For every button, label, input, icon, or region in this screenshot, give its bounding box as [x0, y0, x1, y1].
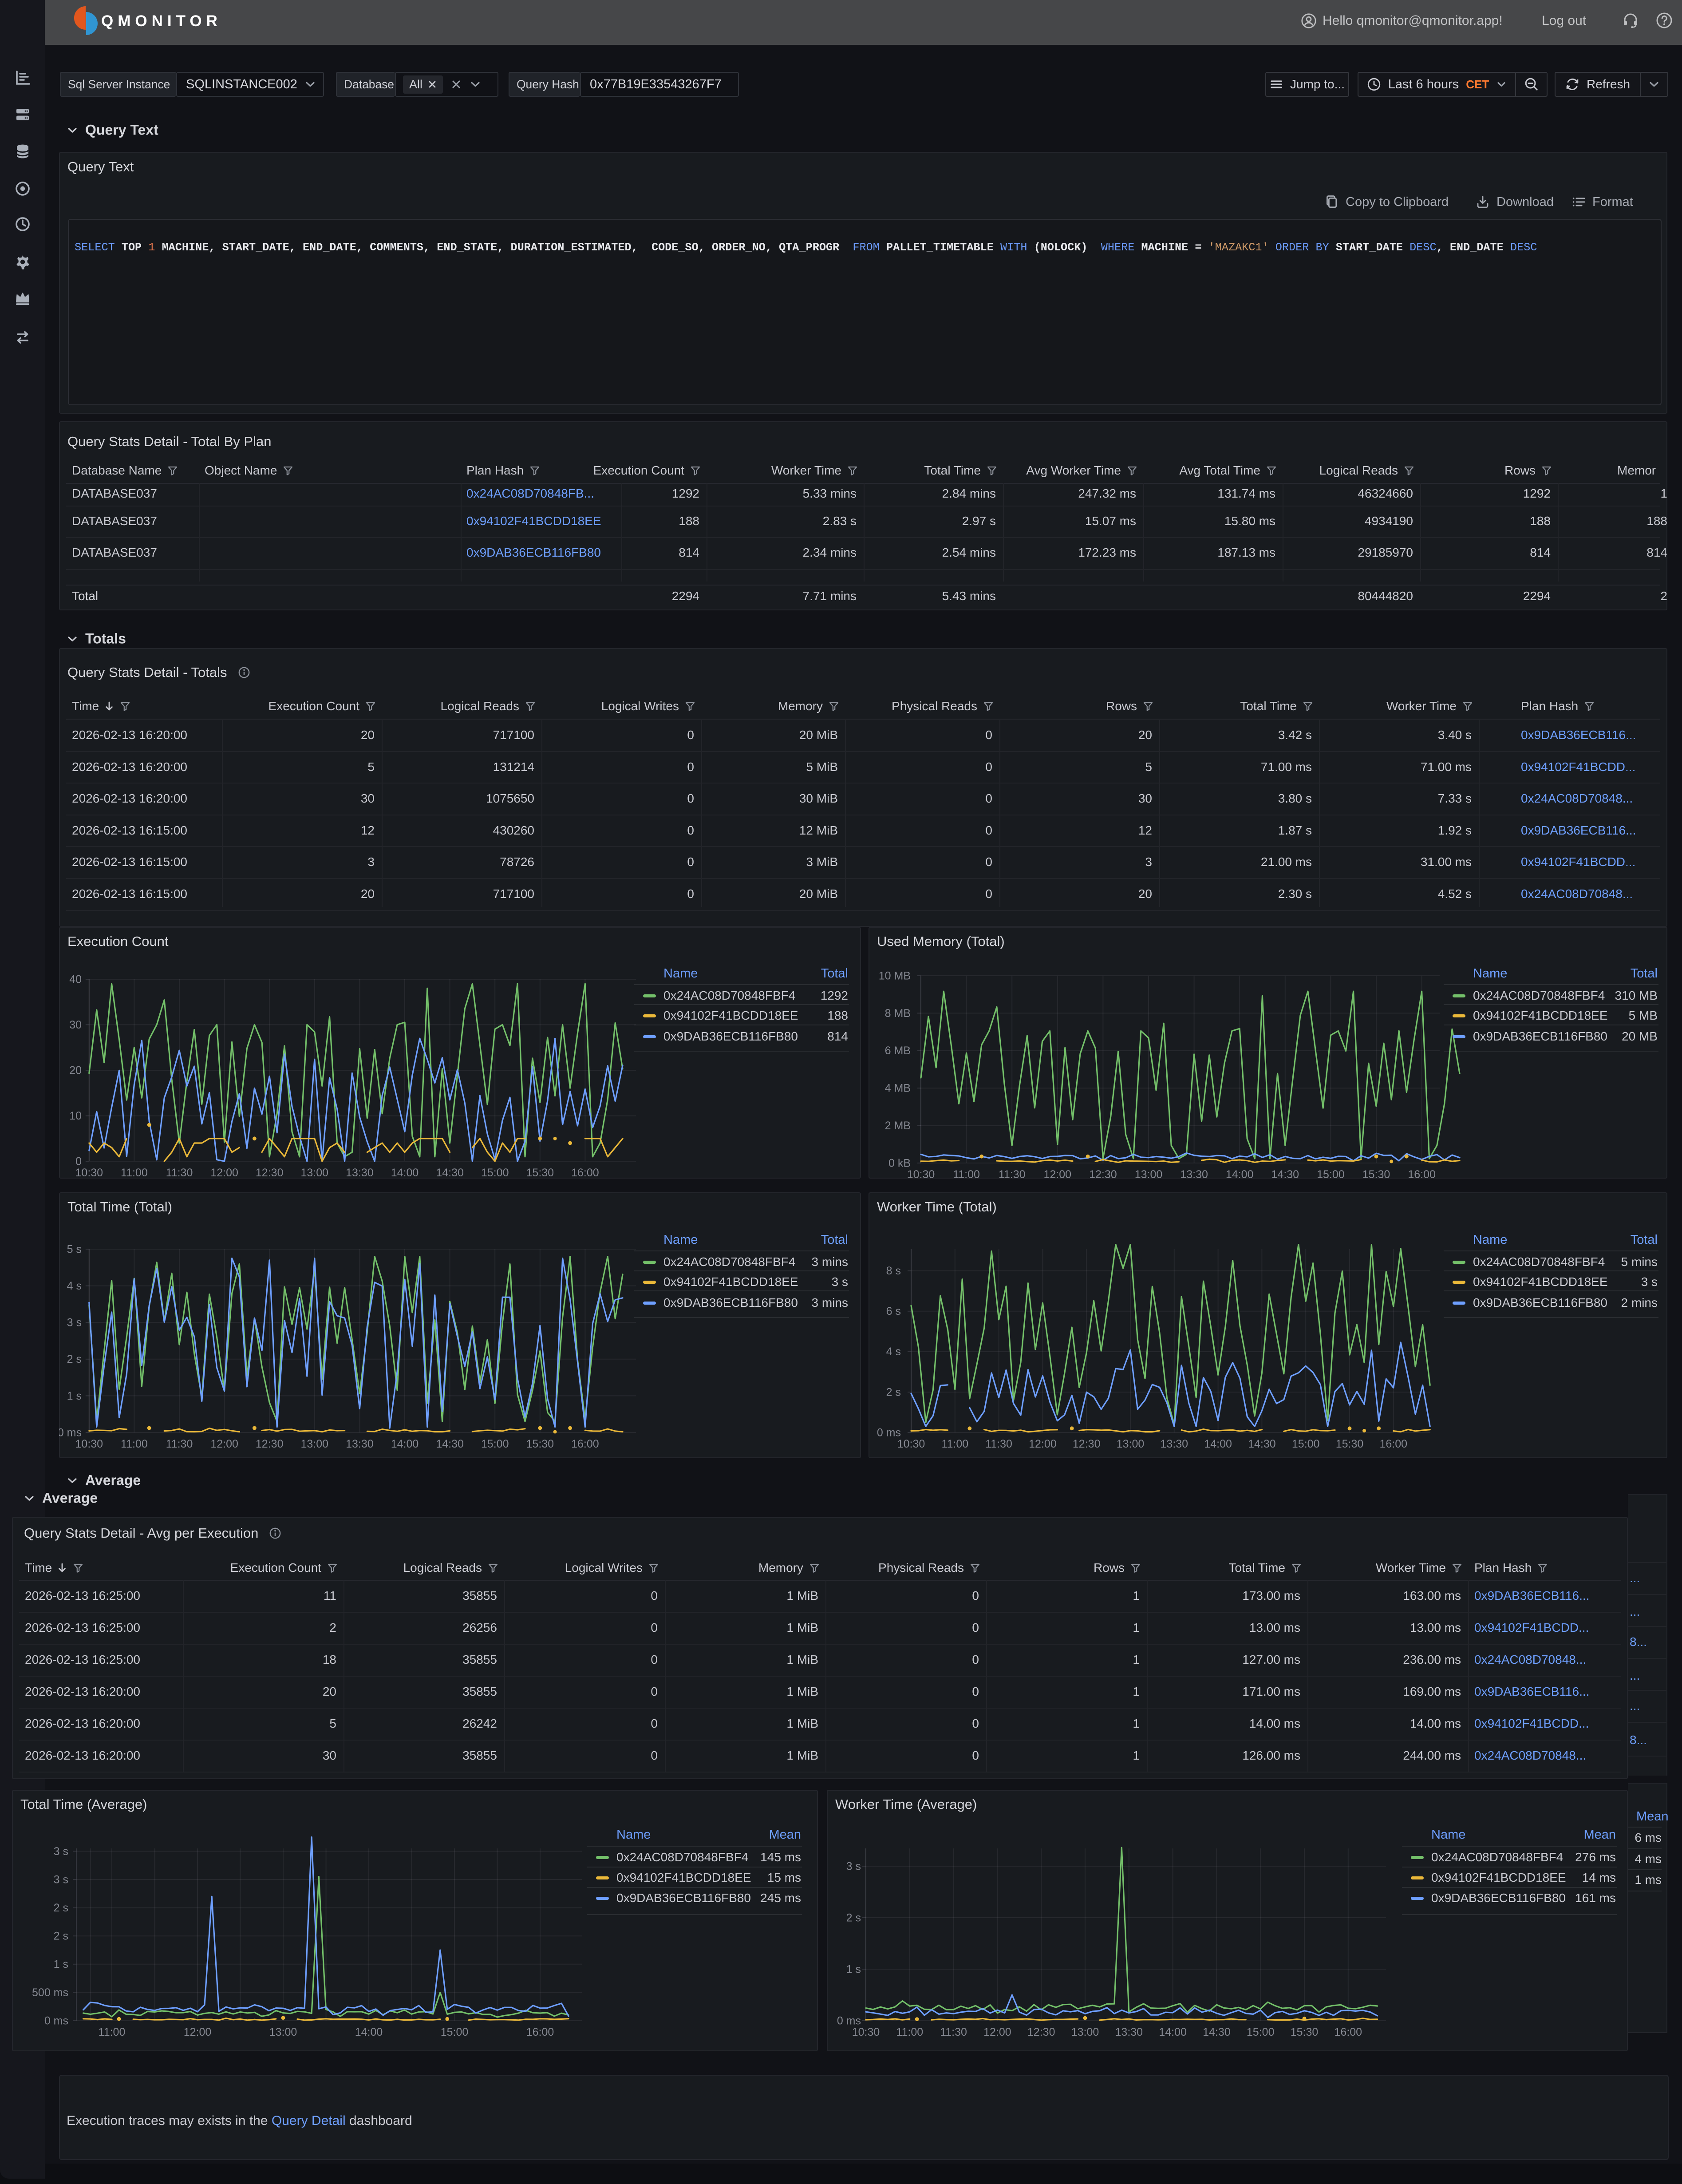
- svg-text:15:30: 15:30: [1336, 1438, 1364, 1450]
- svg-text:2 s: 2 s: [67, 1353, 82, 1365]
- svg-text:13:00: 13:00: [1117, 1438, 1145, 1450]
- svg-text:12:30: 12:30: [1073, 1438, 1101, 1450]
- svg-text:14:00: 14:00: [391, 1167, 419, 1179]
- svg-text:13:00: 13:00: [269, 2026, 297, 2038]
- svg-text:16:00: 16:00: [571, 1167, 599, 1179]
- svg-text:13:30: 13:30: [1115, 2026, 1143, 2038]
- svg-text:11:00: 11:00: [941, 1438, 968, 1450]
- svg-text:16:00: 16:00: [526, 2026, 554, 2038]
- svg-text:15:00: 15:00: [441, 2026, 469, 2038]
- svg-text:10: 10: [69, 1110, 82, 1122]
- svg-text:8 MB: 8 MB: [885, 1007, 911, 1020]
- svg-text:10:30: 10:30: [75, 1438, 103, 1450]
- svg-text:13:00: 13:00: [1071, 2026, 1099, 2038]
- svg-text:16:00: 16:00: [1335, 2026, 1362, 2038]
- svg-text:10:30: 10:30: [852, 2026, 880, 2038]
- svg-text:10 MB: 10 MB: [879, 969, 911, 982]
- svg-text:0 ms: 0 ms: [44, 2014, 68, 2027]
- svg-text:13:00: 13:00: [301, 1167, 329, 1179]
- svg-text:11:30: 11:30: [999, 1168, 1026, 1179]
- svg-text:11:30: 11:30: [166, 1167, 193, 1179]
- svg-text:12:00: 12:00: [210, 1167, 238, 1179]
- svg-text:2 s: 2 s: [846, 1911, 861, 1924]
- svg-text:2 s: 2 s: [54, 1902, 68, 1914]
- svg-text:15:00: 15:00: [1292, 1438, 1320, 1450]
- svg-text:12:30: 12:30: [256, 1167, 284, 1179]
- svg-text:12:00: 12:00: [210, 1438, 238, 1450]
- svg-text:4 s: 4 s: [886, 1345, 901, 1358]
- svg-text:10:30: 10:30: [907, 1168, 935, 1179]
- svg-text:30: 30: [69, 1019, 82, 1031]
- svg-text:4 MB: 4 MB: [885, 1082, 911, 1095]
- svg-text:14:00: 14:00: [1159, 2026, 1187, 2038]
- svg-text:12:30: 12:30: [1089, 1168, 1117, 1179]
- svg-text:15:30: 15:30: [1362, 1168, 1390, 1179]
- svg-text:2 s: 2 s: [54, 1930, 68, 1943]
- svg-text:15:00: 15:00: [481, 1167, 509, 1179]
- svg-text:0 ms: 0 ms: [59, 1426, 82, 1439]
- svg-text:15:00: 15:00: [1247, 2026, 1275, 2038]
- svg-text:13:30: 13:30: [346, 1167, 374, 1179]
- svg-text:11:00: 11:00: [121, 1167, 148, 1179]
- svg-text:11:00: 11:00: [953, 1168, 980, 1179]
- svg-text:12:30: 12:30: [1027, 2026, 1055, 2038]
- svg-text:11:30: 11:30: [940, 2026, 967, 2038]
- svg-text:13:30: 13:30: [1180, 1168, 1208, 1179]
- svg-text:1 s: 1 s: [846, 1963, 861, 1975]
- svg-text:12:00: 12:00: [1029, 1438, 1057, 1450]
- svg-text:2 s: 2 s: [886, 1386, 901, 1398]
- svg-text:15:00: 15:00: [1317, 1168, 1345, 1179]
- svg-text:500 ms: 500 ms: [32, 1986, 68, 1999]
- svg-text:40: 40: [69, 973, 82, 985]
- svg-text:12:00: 12:00: [184, 2026, 212, 2038]
- svg-text:16:00: 16:00: [1408, 1168, 1436, 1179]
- svg-text:3 s: 3 s: [54, 1845, 68, 1858]
- svg-text:14:30: 14:30: [1203, 2026, 1231, 2038]
- svg-text:0: 0: [75, 1155, 82, 1167]
- svg-text:11:00: 11:00: [99, 2026, 126, 2038]
- svg-text:15:30: 15:30: [1291, 2026, 1319, 2038]
- svg-text:13:00: 13:00: [301, 1438, 329, 1450]
- svg-text:13:00: 13:00: [1135, 1168, 1163, 1179]
- svg-text:12:30: 12:30: [256, 1438, 284, 1450]
- svg-text:13:30: 13:30: [346, 1438, 374, 1450]
- svg-text:14:30: 14:30: [436, 1438, 464, 1450]
- svg-text:16:00: 16:00: [571, 1438, 599, 1450]
- svg-text:1 s: 1 s: [54, 1958, 68, 1970]
- svg-text:11:30: 11:30: [985, 1438, 1012, 1450]
- svg-text:15:00: 15:00: [481, 1438, 509, 1450]
- svg-text:0 ms: 0 ms: [877, 1426, 901, 1439]
- svg-text:2 MB: 2 MB: [885, 1120, 911, 1132]
- svg-text:6 MB: 6 MB: [885, 1045, 911, 1057]
- svg-text:12:00: 12:00: [983, 2026, 1011, 2038]
- svg-text:5 s: 5 s: [67, 1243, 82, 1255]
- svg-text:20: 20: [69, 1064, 82, 1076]
- svg-text:12:00: 12:00: [1044, 1168, 1072, 1179]
- svg-text:0 ms: 0 ms: [837, 2014, 861, 2027]
- svg-text:10:30: 10:30: [897, 1438, 925, 1450]
- svg-text:11:30: 11:30: [166, 1438, 193, 1450]
- svg-text:11:00: 11:00: [896, 2026, 923, 2038]
- svg-text:11:00: 11:00: [121, 1438, 148, 1450]
- svg-text:4 s: 4 s: [67, 1280, 82, 1292]
- svg-text:0 kB: 0 kB: [888, 1157, 911, 1169]
- svg-text:15:30: 15:30: [526, 1167, 554, 1179]
- svg-text:16:00: 16:00: [1380, 1438, 1408, 1450]
- svg-text:14:00: 14:00: [1204, 1438, 1232, 1450]
- svg-text:3 s: 3 s: [67, 1317, 82, 1329]
- svg-text:15:30: 15:30: [526, 1438, 554, 1450]
- svg-text:14:30: 14:30: [436, 1167, 464, 1179]
- svg-text:6 s: 6 s: [886, 1305, 901, 1318]
- svg-text:14:30: 14:30: [1271, 1168, 1299, 1179]
- svg-text:3 s: 3 s: [54, 1873, 68, 1886]
- svg-text:14:00: 14:00: [391, 1438, 419, 1450]
- svg-text:8 s: 8 s: [886, 1265, 901, 1277]
- svg-text:10:30: 10:30: [75, 1167, 103, 1179]
- svg-text:14:00: 14:00: [1226, 1168, 1254, 1179]
- svg-text:1 s: 1 s: [67, 1390, 82, 1402]
- svg-text:3 s: 3 s: [846, 1860, 861, 1872]
- svg-text:14:30: 14:30: [1248, 1438, 1276, 1450]
- svg-text:13:30: 13:30: [1161, 1438, 1188, 1450]
- svg-text:14:00: 14:00: [355, 2026, 383, 2038]
